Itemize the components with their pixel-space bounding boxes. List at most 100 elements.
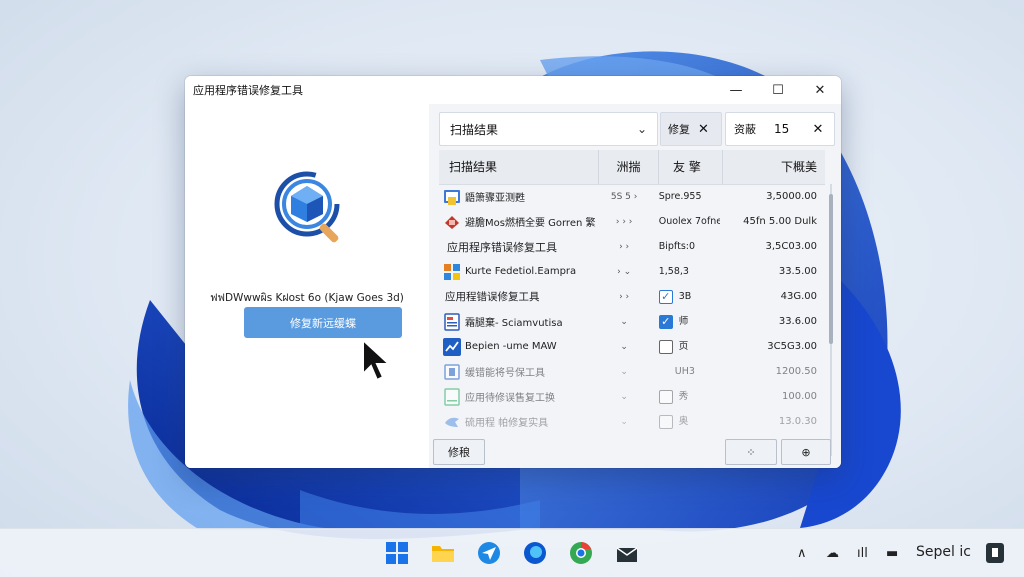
table-scrollbar[interactable] <box>828 184 834 456</box>
row-col3: Ouolex 7ofnef0Gs <box>658 216 720 227</box>
repair-filter-chip[interactable]: 修复 ✕ <box>660 112 722 146</box>
row-col4: 43G.00 <box>780 291 817 302</box>
column-header-results[interactable]: 扫描结果 <box>439 150 599 184</box>
table-row[interactable]: 霜腿棄- Sciamvutisa ⌄ ✓ 师 33.6.00 <box>439 309 825 334</box>
taskbar: ∧ ☁ ıll ▬ Sepel ic <box>0 528 1024 577</box>
dots-grid-icon: ⁘ <box>746 445 756 459</box>
table-row[interactable]: 鼯箫骤亚测甦 5S 5 › Spre.955 3,5000.00 <box>439 184 825 209</box>
table-row[interactable]: Kurte Fedetiol.Eampra › ⌄ 1,58,3 33.5.00 <box>439 259 825 284</box>
maximize-button[interactable]: ☐ <box>757 76 799 104</box>
file-explorer-icon[interactable] <box>430 540 456 566</box>
table-row[interactable]: 避膽Mos燃栖全要 Gorren 繁服加 › › › Ouolex 7ofnef… <box>439 209 825 234</box>
row-col4: 1200.50 <box>775 366 817 377</box>
row-name: 硫用程 帕修复实具 <box>465 418 549 429</box>
shield-app-icon <box>444 189 460 205</box>
table-row[interactable]: 应用待修误售复工换 ⌄ 秀 100.00 <box>439 384 825 409</box>
chip-label: 修复 <box>668 123 690 136</box>
row-col2: › › <box>619 241 630 252</box>
repair-button[interactable]: 修稂 <box>433 439 485 465</box>
row-col3: 师 <box>678 316 689 327</box>
row-name: 应用程序错误修复工具 <box>447 240 557 254</box>
minimize-button[interactable]: — <box>715 76 757 104</box>
row-col2: ⌄ <box>620 341 628 352</box>
column-header-2[interactable]: 洲揣 <box>599 150 659 184</box>
row-col3: 秀 <box>678 391 689 402</box>
table-body: 鼯箫骤亚测甦 5S 5 › Spre.955 3,5000.00 避膽Mos燃栖… <box>439 184 825 434</box>
app-name-label: ฟฟDWwwผิs Kฝost 6o (Kjaw Goes 3d) <box>210 292 404 304</box>
scroll-thumb[interactable] <box>829 194 833 344</box>
chevron-down-icon: ⌄ <box>637 122 648 136</box>
title-bar[interactable]: 应用程序错误修复工具 — ☐ ✕ <box>185 76 841 104</box>
dropdown-label: 扫描结果 <box>450 122 499 137</box>
row-checkbox[interactable]: ✓ <box>658 289 673 304</box>
table-row[interactable]: 应用程序错误修复工具 › › Bipfts:0 3,5C03.00 <box>439 234 825 259</box>
row-col2: › ⌄ <box>617 266 632 277</box>
minimize-icon: — <box>729 82 743 98</box>
network-signal-icon[interactable]: ıll <box>857 543 868 563</box>
row-col2: ⌄ <box>620 391 628 402</box>
close-icon: ✕ <box>814 82 826 98</box>
row-col4: 33.6.00 <box>778 316 817 327</box>
row-col4: 3,5C03.00 <box>765 241 817 252</box>
download-icon: ⊕ <box>801 445 811 459</box>
table-header: 扫描结果 洲揣 友 擎 下概美 <box>439 150 825 185</box>
display-icon[interactable]: ▬ <box>886 543 898 563</box>
row-col3: 1,58,3 <box>658 266 689 277</box>
doc-green-icon <box>444 387 460 406</box>
row-name: 鼯箫骤亚测甦 <box>465 193 525 204</box>
scan-results-dropdown[interactable]: 扫描结果 ⌄ <box>439 112 658 146</box>
chip-label: 资蔽 <box>734 123 756 136</box>
row-col4: 13.0.30 <box>778 416 817 427</box>
close-icon[interactable]: ✕ <box>698 122 716 137</box>
cloud-icon[interactable]: ☁ <box>826 543 839 563</box>
table-row[interactable]: 缓错能将号保工具 ⌄ UH3 1200.50 <box>439 359 825 384</box>
chrome-browser-icon[interactable] <box>568 540 594 566</box>
row-col4: 33.5.00 <box>778 266 817 277</box>
table-row[interactable]: Bepien -ume MAW ⌄ 页 3C5G3.00 <box>439 334 825 359</box>
chip-count: 15 <box>774 122 790 136</box>
row-name: Kurte Fedetiol.Eampra <box>465 266 577 277</box>
row-name: 缓错能将号保工具 <box>465 368 545 379</box>
row-col2: ⌄ <box>620 316 628 327</box>
options-button[interactable]: ⁘ <box>725 439 777 465</box>
row-col4: 45fn 5.00 Dulk <box>743 216 817 227</box>
row-name: Bepien -ume MAW <box>465 341 557 352</box>
app-window[interactable]: 应用程序错误修复工具 — ☐ ✕ ฟฟDWwwผิs Kฝost 6o (Kja… <box>185 76 841 468</box>
store-icon[interactable] <box>614 540 640 566</box>
bird-app-icon <box>445 417 459 427</box>
resource-filter-chip[interactable]: 资蔽 15 ✕ <box>725 112 835 146</box>
doc-app-icon <box>444 312 460 331</box>
row-name: 应用待修误售复工换 <box>465 393 555 404</box>
table-row[interactable]: 硫用程 帕修复实具 ⌄ 奥 13.0.30 <box>439 409 825 434</box>
row-col2: ⌄ <box>620 416 628 427</box>
mail-icon[interactable] <box>476 540 502 566</box>
row-col2: › › › <box>615 216 633 227</box>
row-col3: Bipfts:0 <box>658 241 696 252</box>
row-checkbox[interactable] <box>658 339 673 354</box>
export-button[interactable]: ⊕ <box>781 439 831 465</box>
grid-app-icon <box>444 263 460 280</box>
windows-start-icon[interactable] <box>384 540 410 566</box>
start-repair-button[interactable]: 修复新远缓蝶 <box>244 307 402 338</box>
row-col4: 100.00 <box>782 391 817 402</box>
tray-overflow-icon[interactable]: ∧ <box>797 543 807 563</box>
mouse-cursor-icon <box>362 338 392 382</box>
right-panel: 扫描结果 ⌄ 修复 ✕ 资蔽 15 ✕ 扫描结果 洲揣 友 擎 下概美 鼯箫骤亚… <box>429 104 841 468</box>
column-header-4[interactable]: 下概美 <box>723 150 825 184</box>
row-col3: 3B <box>678 291 692 302</box>
results-toolbar: 扫描结果 ⌄ 修复 ✕ 资蔽 15 ✕ <box>439 112 839 146</box>
column-header-3[interactable]: 友 擎 <box>659 150 723 184</box>
app-icon-red <box>445 215 459 229</box>
row-checkbox[interactable] <box>658 389 673 404</box>
close-icon[interactable]: ✕ <box>806 122 830 137</box>
tray-clock-text[interactable]: Sepel ic <box>916 544 971 560</box>
row-checkbox[interactable]: ✓ <box>658 314 673 329</box>
edge-browser-icon[interactable] <box>522 540 548 566</box>
table-row[interactable]: 应用程错误修复工具 › › ✓ 3B 43G.00 <box>439 284 825 309</box>
notification-icon[interactable] <box>985 542 1005 564</box>
media-app-icon <box>444 363 460 380</box>
row-col3: UH3 <box>674 366 695 377</box>
close-button[interactable]: ✕ <box>799 76 841 104</box>
row-name: 避膽Mos燃栖全要 Gorren 繁服加 <box>465 218 596 229</box>
row-checkbox[interactable] <box>658 414 673 429</box>
